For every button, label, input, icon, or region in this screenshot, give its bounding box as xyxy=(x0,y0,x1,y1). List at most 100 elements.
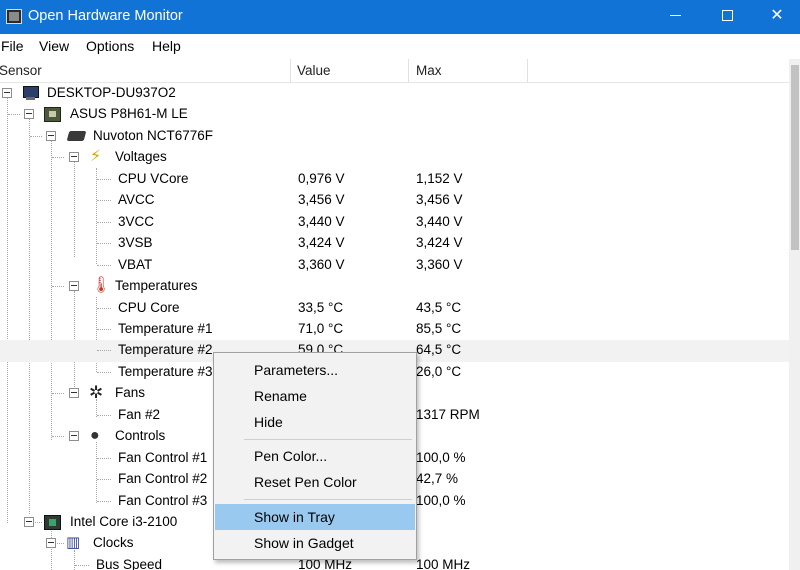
minimize-button[interactable] xyxy=(650,0,700,34)
tree-connector xyxy=(97,243,111,245)
menu-help[interactable]: Help xyxy=(152,38,181,54)
tree-connector xyxy=(97,200,111,202)
sensor-row[interactable]: AVCC 3,456 V 3,456 V xyxy=(0,190,789,211)
sensor-value: 3,456 V xyxy=(298,192,345,208)
menu-item-hide[interactable]: Hide xyxy=(215,409,415,435)
close-icon: ✕ xyxy=(770,7,784,24)
column-value[interactable]: Value xyxy=(297,63,331,78)
node-label: Nuvoton NCT6776F xyxy=(93,127,214,143)
clock-wave-icon: ▥ xyxy=(66,534,81,552)
sensor-row[interactable]: CPU Core 33,5 °C 43,5 °C xyxy=(0,298,789,319)
tree-node-mainboard[interactable]: ASUS P8H61-M LE xyxy=(0,104,789,125)
column-divider[interactable] xyxy=(527,59,528,83)
node-label: ASUS P8H61-M LE xyxy=(70,106,188,122)
node-label: Intel Core i3-2100 xyxy=(70,514,178,529)
tree-connector xyxy=(97,328,111,330)
menu-view[interactable]: View xyxy=(39,38,69,54)
sensor-row[interactable]: 3VCC 3,440 V 3,440 V xyxy=(0,212,789,233)
tree-connector xyxy=(30,135,42,137)
tree-connector xyxy=(97,457,111,459)
tree-connector xyxy=(97,479,111,481)
tree-connector xyxy=(97,371,111,373)
node-label: DESKTOP-DU937O2 xyxy=(47,85,176,100)
maximize-icon xyxy=(721,10,733,22)
tree-connector xyxy=(97,221,111,223)
sensor-name: Fan Control #2 xyxy=(118,471,208,487)
menu-item-pen-color[interactable]: Pen Color... xyxy=(215,443,415,469)
menu-options[interactable]: Options xyxy=(86,38,134,54)
sensor-max: 3,456 V xyxy=(416,192,463,208)
column-sensor[interactable]: Sensor xyxy=(0,63,42,78)
collapse-toggle-icon[interactable] xyxy=(69,431,79,442)
sensor-max: 3,360 V xyxy=(416,256,463,272)
maximize-button[interactable] xyxy=(702,0,752,34)
fan-icon: ✲ xyxy=(89,383,104,403)
collapse-toggle-icon[interactable] xyxy=(46,538,56,549)
sensor-max: 100,0 % xyxy=(416,492,466,508)
sensor-max: 1,152 V xyxy=(416,170,463,186)
control-knob-icon: ● xyxy=(90,427,100,445)
tree-node-temperatures[interactable]: 🌡 Temperatures xyxy=(0,276,789,297)
tree-connector xyxy=(97,307,111,309)
minimize-icon xyxy=(669,15,681,17)
menu-separator xyxy=(244,439,412,440)
collapse-toggle-icon[interactable] xyxy=(46,130,56,141)
tree-connector xyxy=(75,564,89,566)
collapse-toggle-icon[interactable] xyxy=(69,388,79,399)
column-max[interactable]: Max xyxy=(416,63,442,78)
menu-bar: File View Options Help xyxy=(0,34,800,58)
scrollbar-thumb[interactable] xyxy=(791,65,799,250)
tree-node-computer[interactable]: DESKTOP-DU937O2 xyxy=(0,83,789,104)
sensor-name: 3VSB xyxy=(118,235,153,251)
sensor-max: 26,0 °C xyxy=(416,363,462,379)
collapse-toggle-icon[interactable] xyxy=(24,109,34,120)
context-menu: Parameters... Rename Hide Pen Color... R… xyxy=(213,352,417,560)
menu-item-reset-pen-color[interactable]: Reset Pen Color xyxy=(215,469,415,495)
title-bar[interactable]: Open Hardware Monitor ✕ xyxy=(0,0,800,34)
sensor-row[interactable]: VBAT 3,360 V 3,360 V xyxy=(0,255,789,276)
collapse-toggle-icon[interactable] xyxy=(24,517,34,527)
column-divider[interactable] xyxy=(290,59,291,83)
menu-item-parameters[interactable]: Parameters... xyxy=(215,357,415,383)
sensor-name: Fan Control #3 xyxy=(118,492,208,508)
window-title: Open Hardware Monitor xyxy=(28,8,183,24)
close-button[interactable]: ✕ xyxy=(752,0,800,34)
menu-item-label: Show in Tray xyxy=(254,509,335,525)
sensor-name: Bus Speed xyxy=(96,556,163,570)
sensor-row[interactable]: CPU VCore 0,976 V 1,152 V xyxy=(0,169,789,190)
tree-connector xyxy=(52,393,64,395)
node-label: Clocks xyxy=(93,535,134,551)
sensor-max: 100,0 % xyxy=(416,449,466,465)
sensor-name: Fan #2 xyxy=(118,406,161,422)
sensor-max: 1317 RPM xyxy=(416,406,480,422)
mainboard-icon xyxy=(44,107,61,123)
sensor-value: 33,5 °C xyxy=(298,299,344,315)
sensor-row[interactable]: Temperature #1 71,0 °C 85,5 °C xyxy=(0,319,789,340)
sensor-max: 64,5 °C xyxy=(416,342,462,358)
node-label: Fans xyxy=(115,385,146,401)
collapse-toggle-icon[interactable] xyxy=(69,281,79,292)
node-label: Voltages xyxy=(115,149,167,165)
collapse-toggle-icon[interactable] xyxy=(2,88,12,98)
menu-item-label: Parameters... xyxy=(254,362,339,378)
sensor-name: Fan Control #1 xyxy=(118,449,208,465)
vertical-scrollbar[interactable] xyxy=(789,59,800,570)
sensor-max: 100 MHz xyxy=(416,556,471,570)
menu-item-show-in-tray[interactable]: Show in Tray xyxy=(215,504,415,530)
chip-icon xyxy=(66,130,87,141)
column-divider[interactable] xyxy=(408,59,409,83)
tree-node-superio[interactable]: Nuvoton NCT6776F xyxy=(0,126,789,147)
tree-connector xyxy=(97,350,111,352)
menu-item-rename[interactable]: Rename xyxy=(215,383,415,409)
menu-item-label: Hide xyxy=(254,414,283,430)
menu-file[interactable]: File xyxy=(1,38,24,54)
node-label: Temperatures xyxy=(115,278,198,294)
menu-item-show-in-gadget[interactable]: Show in Gadget xyxy=(215,530,415,556)
collapse-toggle-icon[interactable] xyxy=(69,152,79,163)
sensor-row[interactable]: 3VSB 3,424 V 3,424 V xyxy=(0,233,789,254)
sensor-value: 71,0 °C xyxy=(298,320,344,336)
sensor-max: 85,5 °C xyxy=(416,320,462,336)
tree-node-voltages[interactable]: ⚡ Voltages xyxy=(0,147,789,168)
sensor-name: VBAT xyxy=(118,256,153,272)
sensor-name: CPU Core xyxy=(118,299,180,315)
